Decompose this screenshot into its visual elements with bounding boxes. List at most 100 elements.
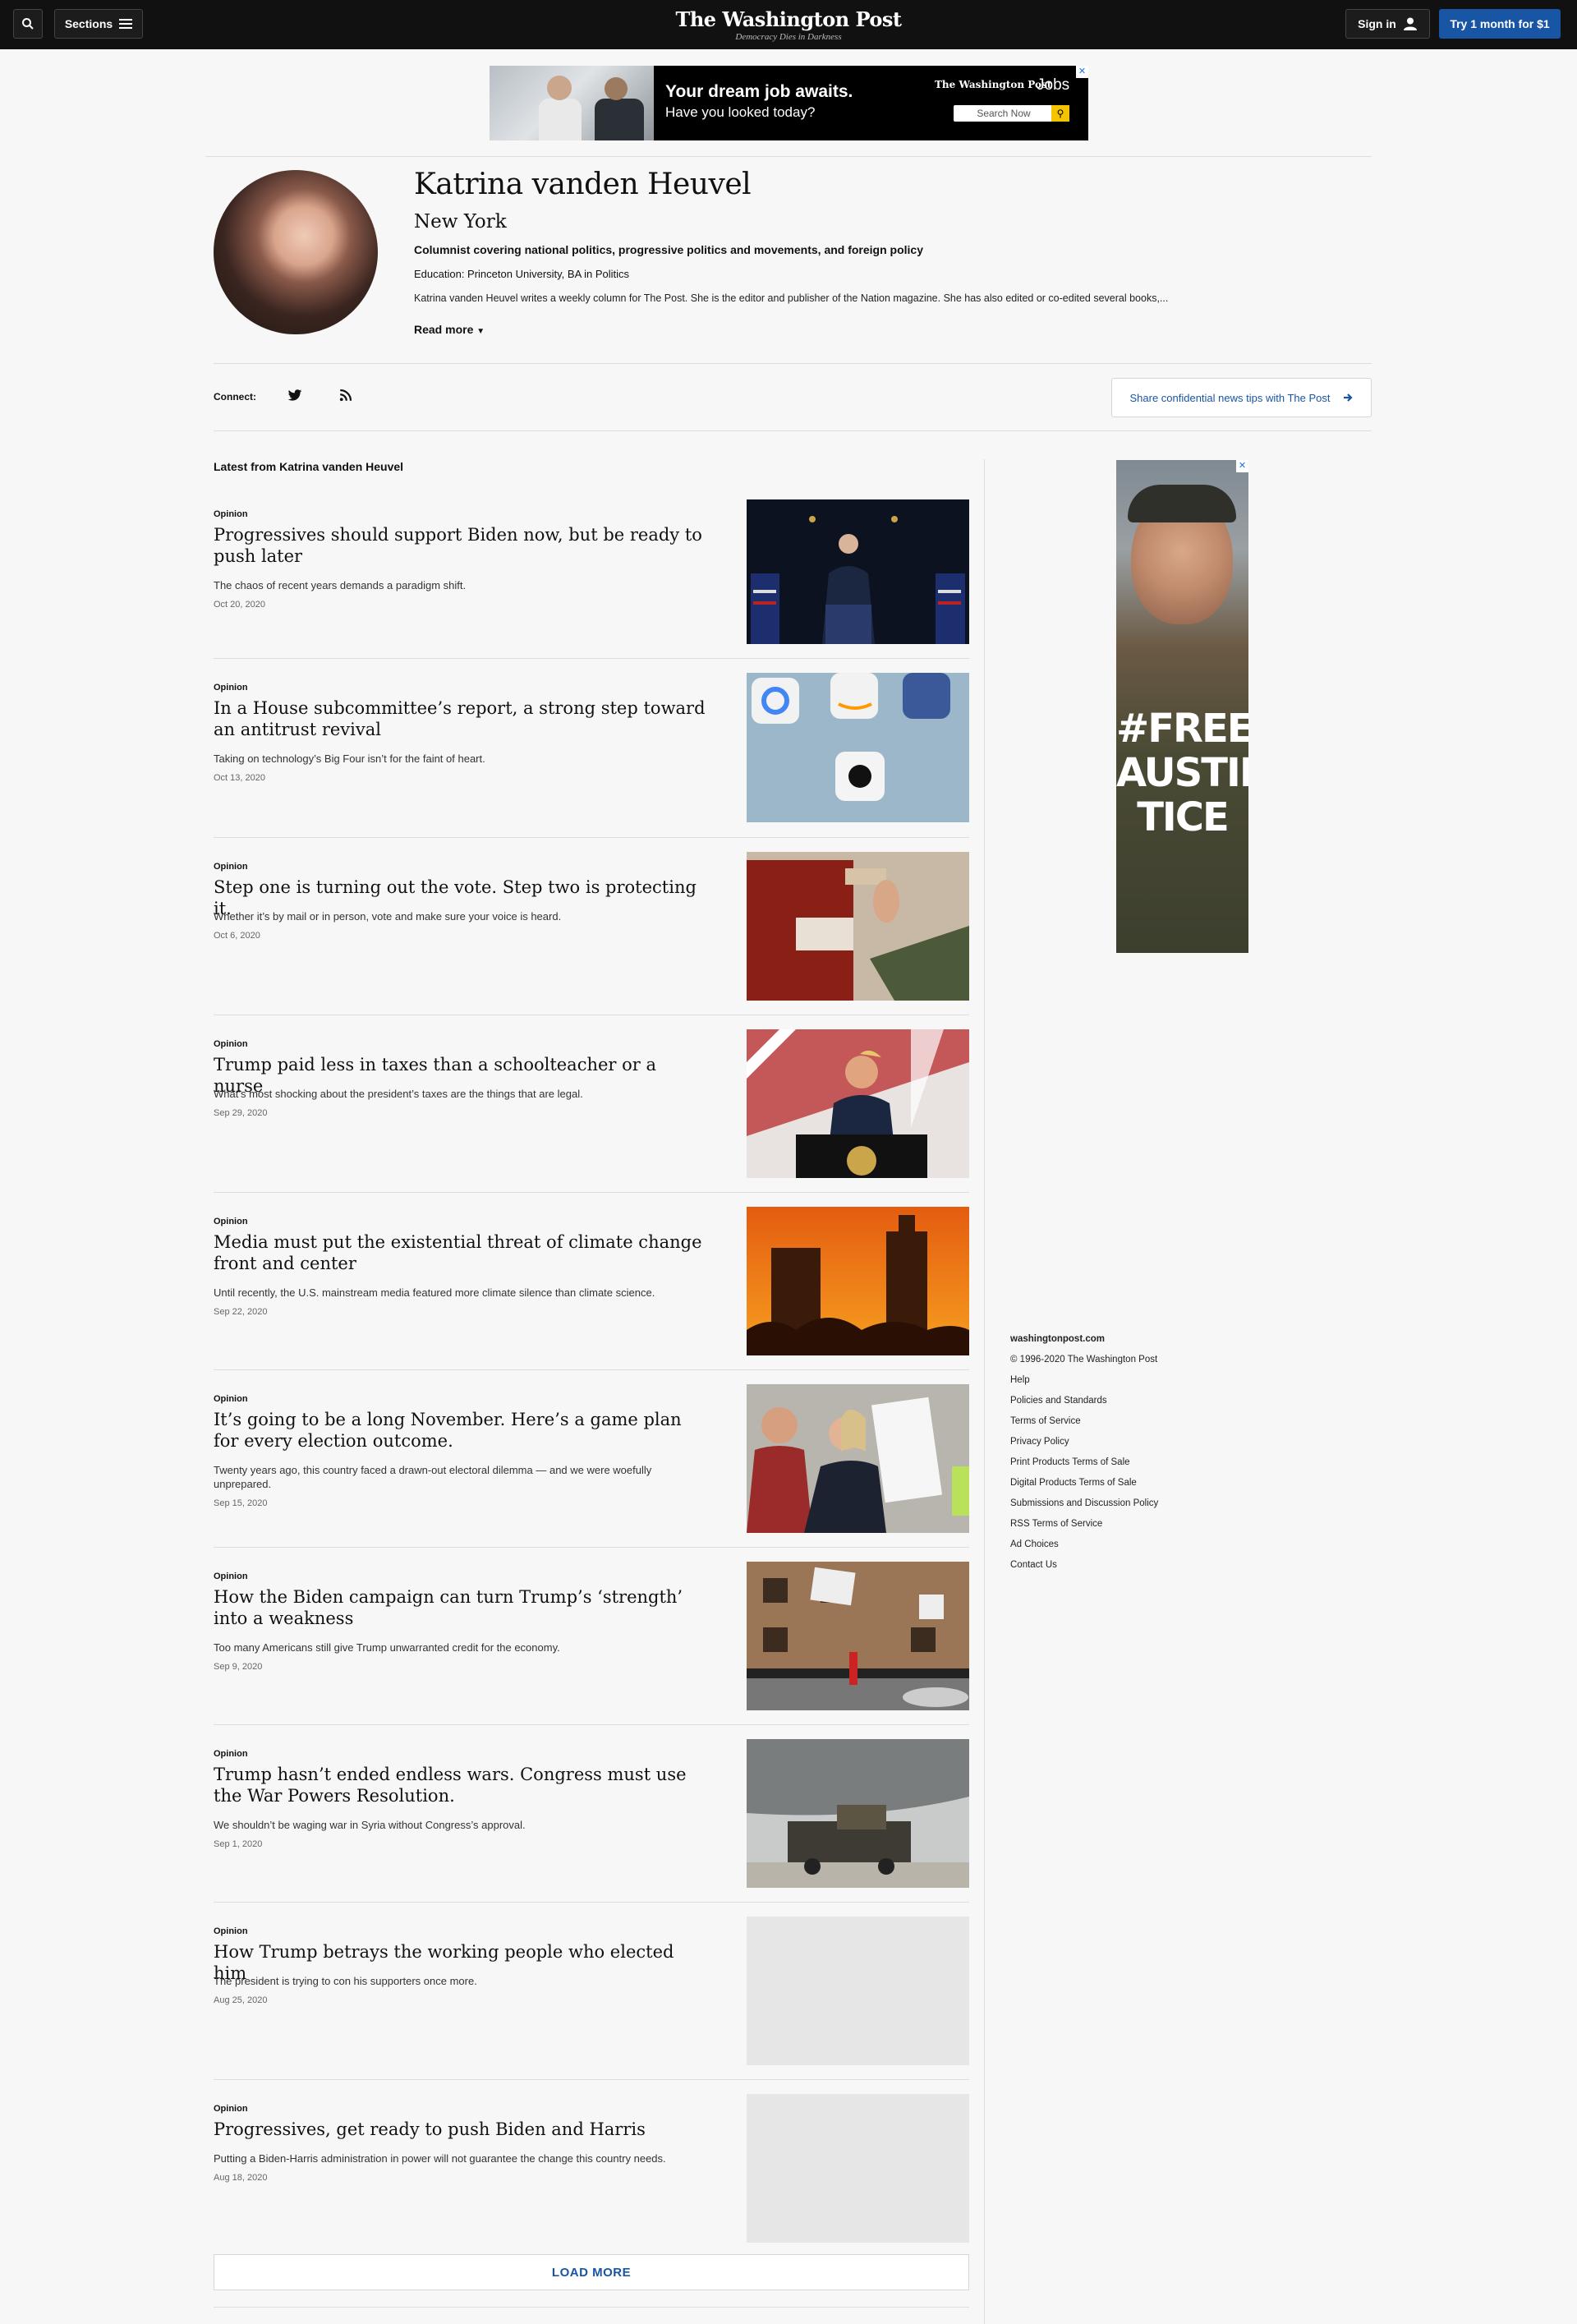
search-button[interactable]	[13, 9, 43, 39]
sign-in-label: Sign in	[1358, 17, 1396, 30]
read-more-button[interactable]: Read more ▼	[414, 323, 485, 336]
article-thumbnail[interactable]	[747, 1739, 969, 1888]
ad-portrait-cap	[1128, 485, 1236, 522]
article-label: Opinion	[214, 1039, 248, 1049]
footer-link-privacy[interactable]: Privacy Policy	[1010, 1437, 1069, 1447]
ad-brand: The Washington Post	[935, 79, 1052, 90]
article-date: Sep 1, 2020	[214, 1839, 263, 1849]
article-divider	[214, 1902, 969, 1903]
ad-search-input[interactable]: Search Now	[954, 105, 1054, 122]
latest-section-title: Latest from Katrina vanden Heuvel	[214, 460, 404, 473]
article-label: Opinion	[214, 1217, 248, 1226]
author-role: Columnist covering national politics, pr…	[414, 243, 924, 256]
article-divider	[214, 1724, 969, 1725]
divider	[214, 430, 1372, 431]
search-icon	[22, 18, 34, 30]
article-label: Opinion	[214, 683, 248, 693]
sidebar-ad[interactable]: #FREE AUSTIN TICE ✕	[1116, 460, 1248, 953]
news-tips-label: Share confidential news tips with The Po…	[1129, 391, 1331, 404]
column-divider	[984, 459, 985, 2324]
ad-search-icon[interactable]: ⚲	[1051, 105, 1069, 122]
ad-close-icon[interactable]: ✕	[1236, 460, 1248, 472]
article-label: Opinion	[214, 1749, 248, 1759]
user-icon	[1403, 17, 1417, 30]
footer: washingtonpost.com © 1996-2020 The Washi…	[1010, 1334, 1158, 1581]
article-blurb: What’s most shocking about the president…	[214, 1088, 583, 1100]
sections-menu-button[interactable]: Sections	[54, 9, 143, 39]
article-divider	[214, 658, 969, 659]
footer-link-policies[interactable]: Policies and Standards	[1010, 1396, 1107, 1406]
article-thumbnail-placeholder[interactable]	[747, 2094, 969, 2243]
footer-link-ad-choices[interactable]: Ad Choices	[1010, 1539, 1059, 1549]
article-label: Opinion	[214, 2104, 248, 2114]
ad-close-icon[interactable]: ✕	[1076, 66, 1088, 78]
top-navigation-bar: Sections The Washington Post Democracy D…	[0, 0, 1577, 49]
author-education: Education: Princeton University, BA in P…	[414, 268, 630, 280]
article-divider	[214, 2079, 969, 2080]
jobs-banner-ad[interactable]: Your dream job awaits. Have you looked t…	[490, 66, 1088, 140]
ad-subline: Have you looked today?	[665, 104, 816, 120]
article-label: Opinion	[214, 862, 248, 872]
article-headline[interactable]: How the Biden campaign can turn Trump’s …	[214, 1586, 706, 1629]
article-thumbnail[interactable]	[747, 499, 969, 644]
ad-text: #FREE AUSTIN TICE	[1116, 706, 1248, 840]
ad-brand-suffix: Jobs	[1037, 76, 1070, 94]
article-thumbnail[interactable]	[747, 673, 969, 822]
article-blurb: The chaos of recent years demands a para…	[214, 579, 467, 591]
footer-copyright: © 1996-2020 The Washington Post	[1010, 1355, 1158, 1364]
load-more-button[interactable]: LOAD MORE	[214, 2254, 969, 2290]
author-city: New York	[414, 211, 507, 232]
article-date: Oct 6, 2020	[214, 931, 260, 941]
rss-icon[interactable]	[338, 388, 353, 403]
footer-link-print-terms[interactable]: Print Products Terms of Sale	[1010, 1457, 1130, 1467]
article-thumbnail[interactable]	[747, 1207, 969, 1355]
article-blurb: Too many Americans still give Trump unwa…	[214, 1641, 560, 1654]
article-label: Opinion	[214, 509, 248, 519]
read-more-label: Read more	[414, 323, 474, 336]
article-divider	[214, 1369, 969, 1370]
article-headline[interactable]: Progressives, get ready to push Biden an…	[214, 2119, 706, 2140]
caret-down-icon: ▼	[476, 327, 485, 336]
sign-in-button[interactable]: Sign in	[1345, 9, 1430, 39]
article-headline[interactable]: Progressives should support Biden now, b…	[214, 524, 706, 567]
article-date: Sep 22, 2020	[214, 1307, 268, 1317]
article-headline[interactable]: Media must put the existential threat of…	[214, 1231, 706, 1274]
twitter-icon[interactable]	[287, 388, 302, 403]
author-avatar	[214, 170, 378, 334]
article-headline[interactable]: In a House subcommittee’s report, a stro…	[214, 697, 706, 740]
divider	[214, 2307, 969, 2308]
subscribe-button[interactable]: Try 1 month for $1	[1439, 9, 1561, 39]
article-divider	[214, 1547, 969, 1548]
news-tips-button[interactable]: Share confidential news tips with The Po…	[1111, 378, 1372, 417]
article-headline[interactable]: Trump hasn’t ended endless wars. Congres…	[214, 1764, 706, 1806]
connect-label: Connect:	[214, 391, 256, 403]
article-thumbnail-placeholder[interactable]	[747, 1917, 969, 2065]
article-thumbnail[interactable]	[747, 1384, 969, 1533]
hamburger-icon	[119, 19, 133, 29]
sections-label: Sections	[64, 17, 113, 30]
article-thumbnail[interactable]	[747, 1029, 969, 1178]
footer-link-rss-terms[interactable]: RSS Terms of Service	[1010, 1519, 1102, 1529]
article-date: Oct 13, 2020	[214, 773, 265, 783]
site-logo[interactable]: The Washington Post Democracy Dies in Da…	[624, 7, 953, 42]
article-thumbnail[interactable]	[747, 1562, 969, 1710]
article-blurb: Putting a Biden-Harris administration in…	[214, 2152, 666, 2165]
ad-headline: Your dream job awaits.	[665, 82, 853, 101]
footer-link-contact[interactable]: Contact Us	[1010, 1560, 1057, 1570]
arrow-right-icon	[1343, 393, 1353, 402]
footer-link-digital-terms[interactable]: Digital Products Terms of Sale	[1010, 1478, 1137, 1488]
author-bio: Katrina vanden Heuvel writes a weekly co…	[414, 292, 1169, 304]
article-blurb: The president is trying to con his suppo…	[214, 1975, 477, 1987]
article-date: Sep 9, 2020	[214, 1662, 263, 1672]
article-blurb: Whether it’s by mail or in person, vote …	[214, 910, 562, 923]
footer-link-submissions[interactable]: Submissions and Discussion Policy	[1010, 1498, 1158, 1508]
article-date: Aug 25, 2020	[214, 1995, 268, 2005]
footer-link-terms[interactable]: Terms of Service	[1010, 1416, 1081, 1426]
article-blurb: We shouldn’t be waging war in Syria with…	[214, 1819, 526, 1831]
ad-photo	[490, 66, 654, 140]
article-label: Opinion	[214, 1572, 248, 1581]
article-thumbnail[interactable]	[747, 852, 969, 1001]
footer-link-help[interactable]: Help	[1010, 1375, 1030, 1385]
divider	[214, 363, 1372, 364]
article-headline[interactable]: It’s going to be a long November. Here’s…	[214, 1409, 706, 1452]
